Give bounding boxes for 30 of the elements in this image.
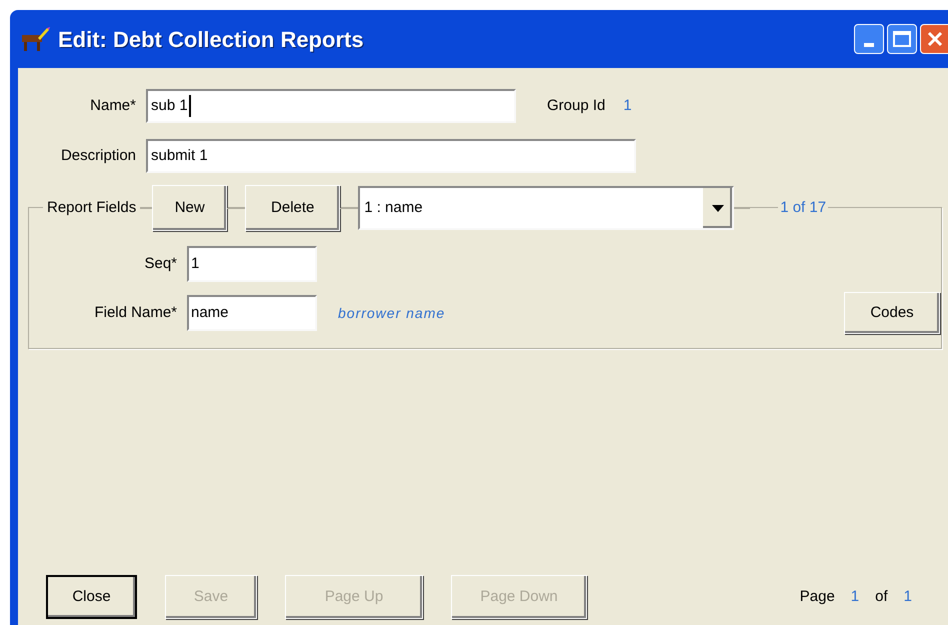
field-name-input[interactable]: name: [187, 295, 317, 331]
new-button[interactable]: New: [152, 185, 228, 231]
seq-field[interactable]: 1: [187, 246, 317, 282]
delete-button[interactable]: Delete: [245, 185, 340, 231]
window-title: Edit: Debt Collection Reports: [58, 26, 364, 54]
minimize-button[interactable]: [854, 24, 884, 54]
codes-button[interactable]: Codes: [844, 292, 940, 334]
close-button[interactable]: [920, 24, 948, 54]
total-pages: 1: [904, 586, 912, 607]
maximize-icon: [893, 31, 911, 47]
close-button[interactable]: Close: [46, 575, 137, 619]
group-id-label: Group Id: [547, 96, 606, 116]
field-label: Description: [60, 146, 137, 166]
group-id-value: 1: [623, 96, 632, 116]
minimize-icon: [864, 43, 874, 47]
current-page: 1: [850, 586, 860, 607]
maximize-button[interactable]: [887, 24, 917, 54]
page-label: Page: [800, 586, 835, 607]
field-hint: borrower name: [338, 304, 446, 322]
dropdown-arrow-button[interactable]: [702, 188, 732, 228]
dropdown-value: 1 : name: [364, 198, 424, 218]
field-label: Seq*: [143, 254, 178, 274]
field-dropdown[interactable]: 1 : name: [358, 186, 734, 230]
close-icon: [927, 31, 943, 47]
caret-icon: [712, 204, 724, 212]
field-label: Name*: [89, 96, 137, 116]
page-of-label: of: [875, 586, 888, 607]
field-label: Field Name*: [93, 302, 178, 323]
description-field[interactable]: submit 1: [146, 139, 636, 173]
report-name-field[interactable]: sub 1: [146, 89, 516, 123]
